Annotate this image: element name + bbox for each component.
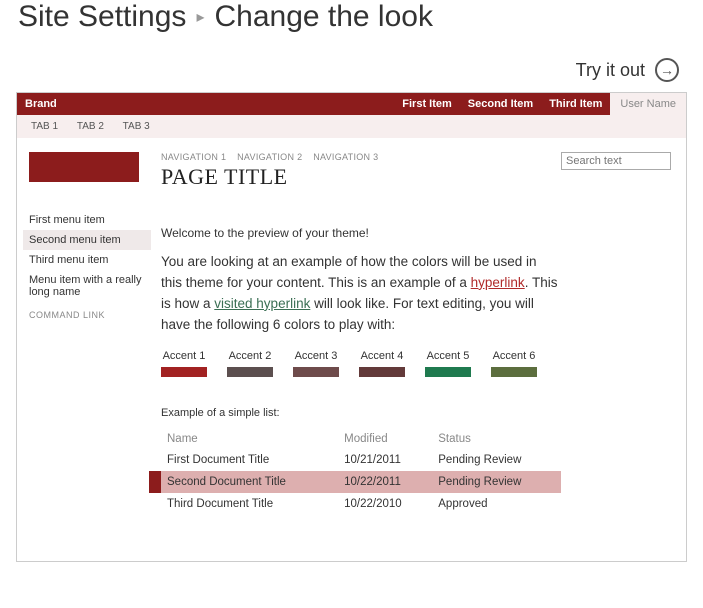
breadcrumb: Site Settings ▸ Change the look [0,0,703,40]
accent-swatch: Accent 2 [227,350,273,377]
chevron-right-icon: ▸ [196,7,204,27]
tab[interactable]: TAB 2 [69,119,112,134]
table-cell: First Document Title [161,449,338,471]
side-menu-item[interactable]: Third menu item [23,250,151,270]
accent-swatches: Accent 1 Accent 2 Accent 3 Accent 4 Accent 5… [161,350,561,377]
topbar-item[interactable]: Second Item [460,98,541,110]
table-cell: Pending Review [432,471,561,493]
arrow-right-circle-icon: → [655,58,679,82]
accent-label: Accent 1 [161,350,207,362]
tab[interactable]: TAB 1 [23,119,66,134]
nav-item[interactable]: NAVIGATION 3 [313,152,378,162]
accent-swatch: Accent 6 [491,350,537,377]
brand-label[interactable]: Brand [17,98,65,110]
side-menu: First menu item Second menu item Third m… [23,210,151,320]
table-row[interactable]: Third Document Title10/22/2010Approved [161,493,561,515]
table-header: Status [432,429,561,449]
topbar-item[interactable]: First Item [394,98,460,110]
accent-label: Accent 3 [293,350,339,362]
nav-item[interactable]: NAVIGATION 2 [237,152,302,162]
welcome-text: Welcome to the preview of your theme! [161,226,561,240]
accent-swatch: Accent 3 [293,350,339,377]
accent-swatch: Accent 1 [161,350,207,377]
accent-color [161,367,207,377]
accent-color [227,367,273,377]
sample-hyperlink[interactable]: hyperlink [471,275,525,290]
table-cell: Second Document Title [161,471,338,493]
table-row[interactable]: First Document Title10/21/2011Pending Re… [161,449,561,471]
accent-swatch: Accent 4 [359,350,405,377]
table-header: Modified [338,429,432,449]
breadcrumb-current: Change the look [214,0,433,34]
tab[interactable]: TAB 3 [115,119,158,134]
sample-table: Name Modified Status First Document Titl… [161,429,561,515]
table-row[interactable]: Second Document Title10/22/2011Pending R… [161,471,561,493]
theme-preview-frame: Brand First Item Second Item Third Item … [16,92,687,562]
command-link[interactable]: COMMAND LINK [23,302,151,320]
topbar-item[interactable]: Third Item [541,98,610,110]
side-menu-item[interactable]: Menu item with a really long name [23,270,151,302]
table-cell: 10/22/2011 [338,471,432,493]
table-cell: Third Document Title [161,493,338,515]
side-menu-item-selected[interactable]: Second menu item [23,230,151,250]
list-label: Example of a simple list: [161,407,561,419]
table-header: Name [161,429,338,449]
sample-visited-hyperlink[interactable]: visited hyperlink [214,296,310,311]
try-it-out-label: Try it out [576,60,645,81]
accent-label: Accent 4 [359,350,405,362]
accent-color [293,367,339,377]
accent-label: Accent 2 [227,350,273,362]
accent-color [359,367,405,377]
table-cell: 10/21/2011 [338,449,432,471]
page-nav: NAVIGATION 1 NAVIGATION 2 NAVIGATION 3 [161,152,561,162]
search-input[interactable] [561,152,671,170]
try-it-out-link[interactable]: Try it out → [0,40,703,92]
preview-topbar: Brand First Item Second Item Third Item … [17,93,686,115]
accent-swatch: Accent 5 [425,350,471,377]
nav-item[interactable]: NAVIGATION 1 [161,152,226,162]
accent-color [425,367,471,377]
table-cell: Approved [432,493,561,515]
body-text: You are looking at an example of how the… [161,252,561,336]
table-cell: Pending Review [432,449,561,471]
accent-color [491,367,537,377]
accent-label: Accent 5 [425,350,471,362]
table-cell: 10/22/2010 [338,493,432,515]
tab-strip: TAB 1 TAB 2 TAB 3 [17,115,686,138]
user-name[interactable]: User Name [610,93,686,115]
page-title: PAGE TITLE [161,164,561,190]
accent-label: Accent 6 [491,350,537,362]
breadcrumb-parent[interactable]: Site Settings [18,0,186,34]
site-logo-placeholder [29,152,139,182]
side-menu-item[interactable]: First menu item [23,210,151,230]
